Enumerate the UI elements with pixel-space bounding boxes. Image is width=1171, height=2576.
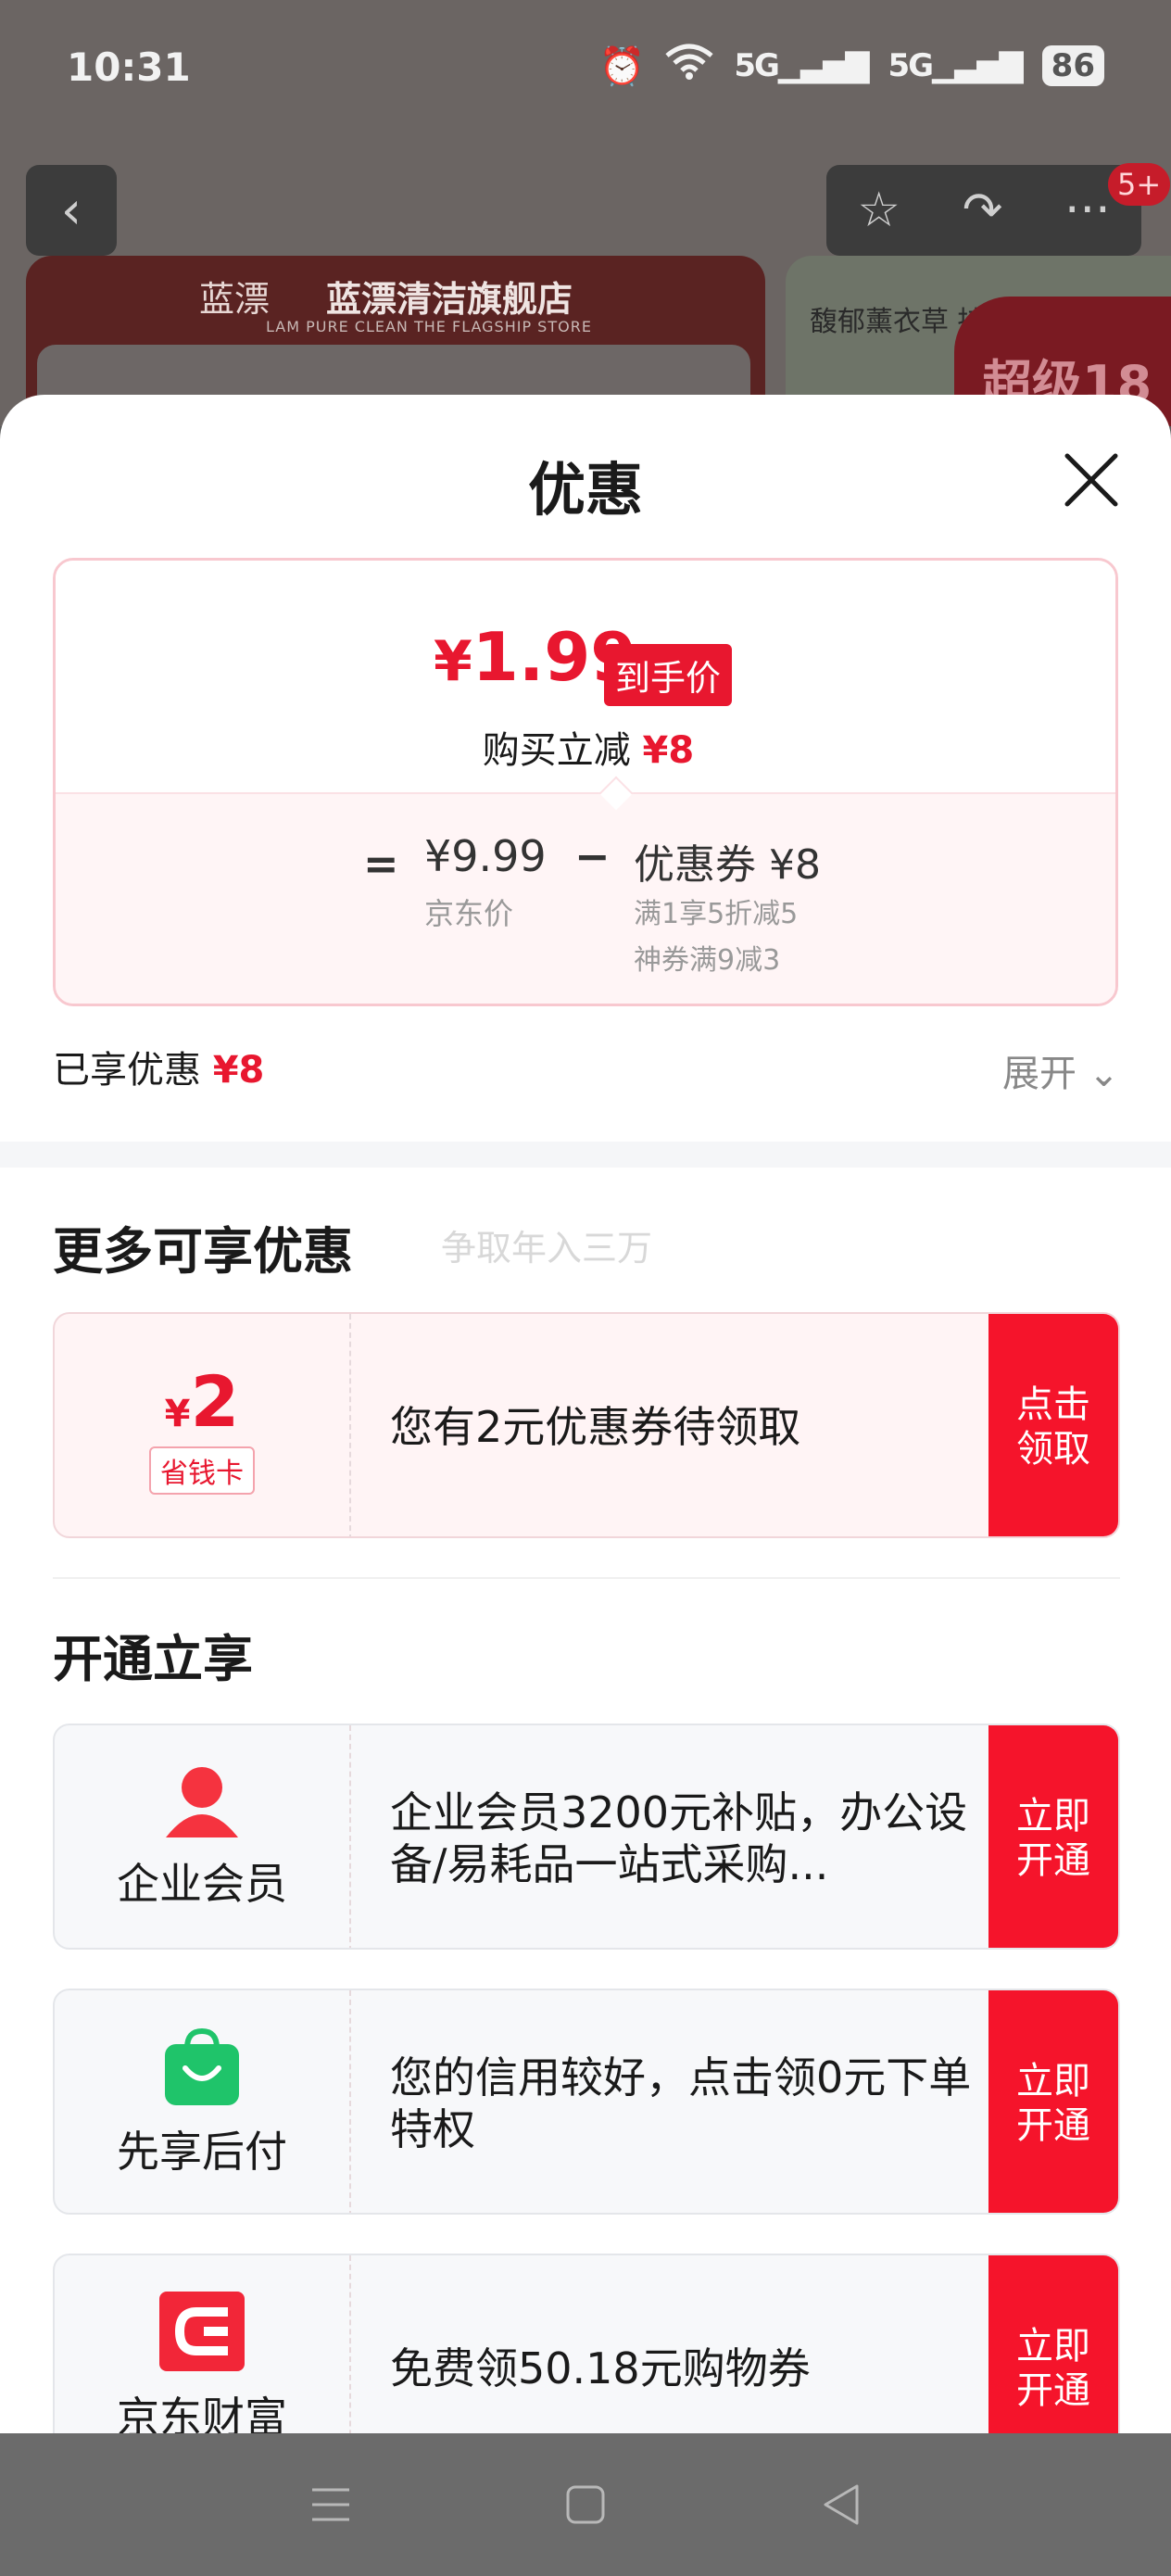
shopping-bag-icon (165, 2027, 239, 2105)
system-nav-bar (0, 2433, 1171, 2576)
back-button[interactable]: ‹ (26, 165, 117, 256)
jd-finance-card[interactable]: 京东财富 免费领50.18元购物券 立即 开通 (53, 2254, 1120, 2433)
chevron-down-icon: ⌄ (1088, 1053, 1120, 1095)
enterprise-member-label: 企业会员 (55, 1725, 351, 1948)
coupon-value: ¥2 省钱卡 (55, 1314, 351, 1536)
coupon-card[interactable]: ¥2 省钱卡 您有2元优惠券待领取 点击 领取 (53, 1312, 1120, 1538)
menu-nav-button[interactable] (303, 2477, 359, 2532)
discount-sheet: 优惠 ¥1.99 到手价 购买立减 ¥8 = ¥9.99 京东价 − 优惠券 ¥… (0, 395, 1171, 2433)
coupon-amount: 优惠券 ¥8 (634, 841, 821, 889)
jd-price-label: 京东价 (424, 896, 514, 931)
open-jd-finance-button[interactable]: 立即 开通 (988, 2255, 1118, 2433)
share-icon[interactable]: ↷ (963, 183, 1003, 238)
pay-later-label: 先享后付 (55, 1990, 351, 2213)
signal-icon: 5G▁▃▅▇ (888, 47, 1024, 84)
faded-text: 争取年入三万 (441, 1228, 653, 1269)
store-name: 蓝漂清洁旗舰店 (326, 279, 573, 320)
final-price-tag: 到手价 (604, 644, 733, 706)
expand-button[interactable]: 展开 ⌄ (1002, 1043, 1119, 1097)
claim-coupon-button[interactable]: 点击 领取 (988, 1314, 1118, 1536)
battery-indicator: 86 (1041, 45, 1104, 86)
sheet-title: 优惠 (527, 456, 643, 524)
person-icon (166, 1767, 238, 1837)
enterprise-member-card[interactable]: 企业会员 企业会员3200元补贴，办公设备/易耗品一站式采购... 立即 开通 (53, 1724, 1120, 1950)
star-icon[interactable]: ☆ (857, 183, 900, 238)
notification-badge: 5+ (1108, 163, 1171, 206)
saving-card-tag: 省钱卡 (149, 1446, 255, 1495)
more-offers-title: 更多可享优惠 (53, 1222, 353, 1281)
pay-later-text: 您的信用较好，点击领0元下单特权 (390, 2052, 972, 2154)
square-icon (566, 2485, 605, 2524)
price-breakdown-box: ¥1.99 到手价 购买立减 ¥8 = ¥9.99 京东价 − 优惠券 ¥8 满… (53, 558, 1118, 1006)
open-pay-later-button[interactable]: 立即 开通 (988, 1990, 1118, 2213)
wifi-icon (665, 43, 713, 89)
jd-finance-text: 免费领50.18元购物券 (390, 2342, 811, 2393)
home-nav-button[interactable] (558, 2477, 613, 2532)
alarm-icon: ⏰ (598, 44, 646, 88)
coupon-text: 您有2元优惠券待领取 (390, 1401, 801, 1452)
instant-discount: 购买立减 ¥8 (482, 729, 695, 772)
triangle-back-icon (824, 2484, 859, 2525)
status-bar: 10:31 ⏰ 5G▁▃▅▇ 5G▁▃▅▇ 86 (0, 0, 1171, 139)
coupon-rule: 满1享5折减5 (634, 898, 799, 930)
top-action-bar: ☆ ↷ ··· (826, 165, 1141, 256)
close-button[interactable] (1062, 450, 1121, 510)
store-logo: 蓝漂 (199, 279, 271, 320)
status-icons: ⏰ 5G▁▃▅▇ 5G▁▃▅▇ 86 (599, 43, 1104, 89)
section-divider (0, 1142, 1171, 1168)
more-icon[interactable]: ··· (1064, 183, 1111, 238)
price-calculation: = ¥9.99 京东价 − 优惠券 ¥8 满1享5折减5 神券满9减3 (56, 792, 1115, 1004)
signal-icon: 5G▁▃▅▇ (734, 47, 869, 84)
price-summary: ¥1.99 到手价 购买立减 ¥8 (56, 561, 1115, 792)
enjoyed-discount: 已享优惠 ¥8 (53, 1049, 265, 1092)
equals-sign: = (363, 839, 399, 889)
status-time: 10:31 (67, 44, 191, 90)
open-enterprise-button[interactable]: 立即 开通 (988, 1725, 1118, 1948)
close-icon (1064, 453, 1118, 507)
jd-finance-label: 京东财富 (55, 2255, 351, 2433)
jd-price: ¥9.99 (424, 831, 547, 881)
chevron-left-icon: ‹ (60, 180, 82, 241)
jd-finance-icon (159, 2292, 245, 2371)
open-enjoy-title: 开通立享 (53, 1630, 253, 1688)
store-subtitle: LAM PURE CLEAN THE FLAGSHIP STORE (266, 318, 592, 335)
minus-sign: − (574, 831, 611, 881)
enterprise-member-text: 企业会员3200元补贴，办公设备/易耗品一站式采购... (390, 1787, 968, 1889)
pay-later-card[interactable]: 先享后付 您的信用较好，点击领0元下单特权 立即 开通 (53, 1989, 1120, 2215)
divider (53, 1577, 1120, 1579)
menu-icon (312, 2488, 350, 2521)
background-page: 10:31 ⏰ 5G▁▃▅▇ 5G▁▃▅▇ 86 ‹ ☆ ↷ ··· 5+ 蓝漂… (0, 0, 1171, 426)
back-nav-button[interactable] (812, 2477, 868, 2532)
coupon-rule: 神券满9减3 (634, 944, 781, 977)
